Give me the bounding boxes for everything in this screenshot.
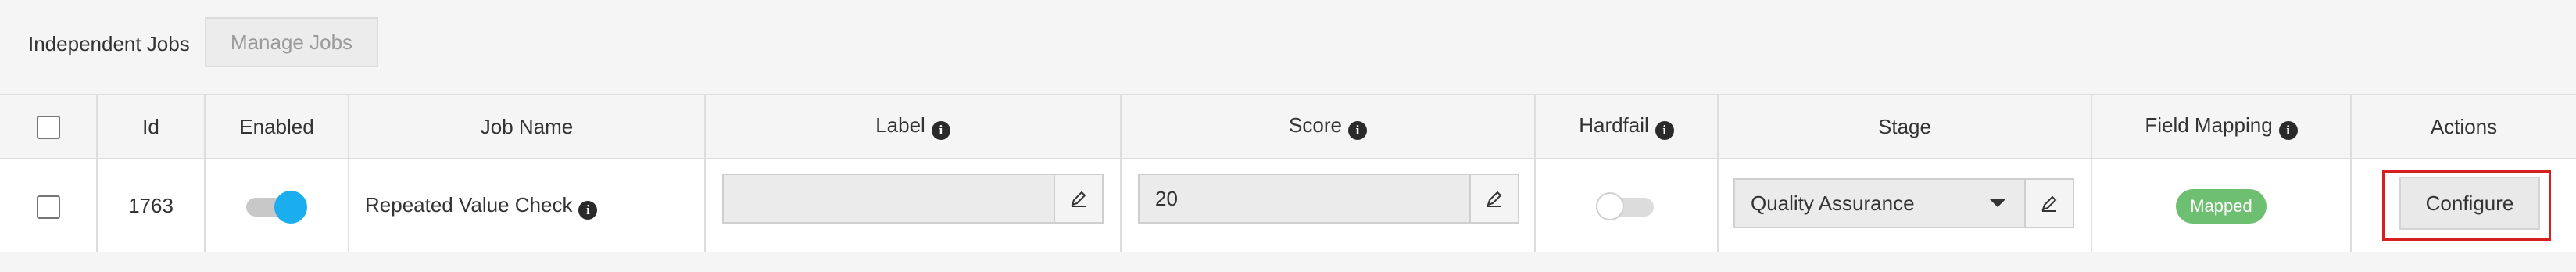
table-header-row: Id Enabled Job Name Label i Score i Hardfa… — [0, 94, 2576, 159]
info-icon[interactable]: i — [578, 200, 598, 220]
stage-edit-button[interactable] — [2024, 180, 2073, 227]
column-header-actions: Actions — [2351, 94, 2576, 159]
select-all-cell — [0, 94, 98, 159]
pencil-edit-icon — [1071, 191, 1086, 207]
column-header-field-mapping[interactable]: Field Mapping i — [2091, 94, 2352, 159]
score-input[interactable] — [1140, 175, 1469, 222]
column-header-enabled[interactable]: Enabled — [205, 94, 349, 159]
enabled-toggle[interactable] — [246, 190, 307, 224]
info-icon[interactable]: i — [1347, 121, 1367, 140]
job-name: Repeated Value Check — [365, 192, 573, 217]
stage-select[interactable]: Quality Assurance — [1735, 180, 2024, 227]
page-title: Independent Jobs — [28, 32, 190, 55]
field-mapping-cell: Mapped — [2091, 159, 2352, 252]
info-icon[interactable]: i — [2278, 121, 2298, 140]
hardfail-toggle[interactable] — [1596, 191, 1657, 220]
column-header-score[interactable]: Score i — [1121, 94, 1536, 159]
stage-select-group: Quality Assurance — [1733, 178, 2074, 228]
column-header-hardfail[interactable]: Hardfail i — [1535, 94, 1719, 159]
label-input[interactable] — [724, 175, 1054, 222]
chevron-down-icon — [1990, 199, 2005, 207]
row-select-cell — [0, 159, 98, 252]
page-header: Independent Jobs Manage Jobs — [0, 0, 2576, 94]
enabled-cell — [205, 159, 349, 252]
info-icon[interactable]: i — [1655, 121, 1674, 140]
toggle-knob — [1596, 191, 1624, 220]
toggle-knob — [274, 190, 307, 224]
column-header-job-name[interactable]: Job Name — [349, 94, 706, 159]
label-input-group — [722, 174, 1104, 224]
score-input-group — [1138, 174, 1519, 224]
row-checkbox[interactable] — [36, 195, 60, 219]
configure-button[interactable]: Configure — [2399, 177, 2540, 230]
pencil-edit-icon — [1487, 191, 1502, 207]
pencil-edit-icon — [2041, 195, 2057, 212]
manage-jobs-button[interactable]: Manage Jobs — [205, 17, 378, 67]
label-edit-button[interactable] — [1054, 175, 1102, 222]
column-header-label[interactable]: Label i — [705, 94, 1122, 159]
job-name-cell: Repeated Value Check i — [349, 159, 706, 252]
select-all-checkbox[interactable] — [36, 116, 60, 140]
hardfail-cell — [1535, 159, 1719, 252]
mapped-badge: Mapped — [2176, 188, 2267, 224]
column-header-stage[interactable]: Stage — [1718, 94, 2092, 159]
job-id-cell: 1763 — [97, 159, 206, 252]
column-header-id[interactable]: Id — [97, 94, 206, 159]
stage-selected-value: Quality Assurance — [1751, 191, 1915, 215]
score-edit-button[interactable] — [1469, 175, 1518, 222]
info-icon[interactable]: i — [931, 121, 950, 140]
